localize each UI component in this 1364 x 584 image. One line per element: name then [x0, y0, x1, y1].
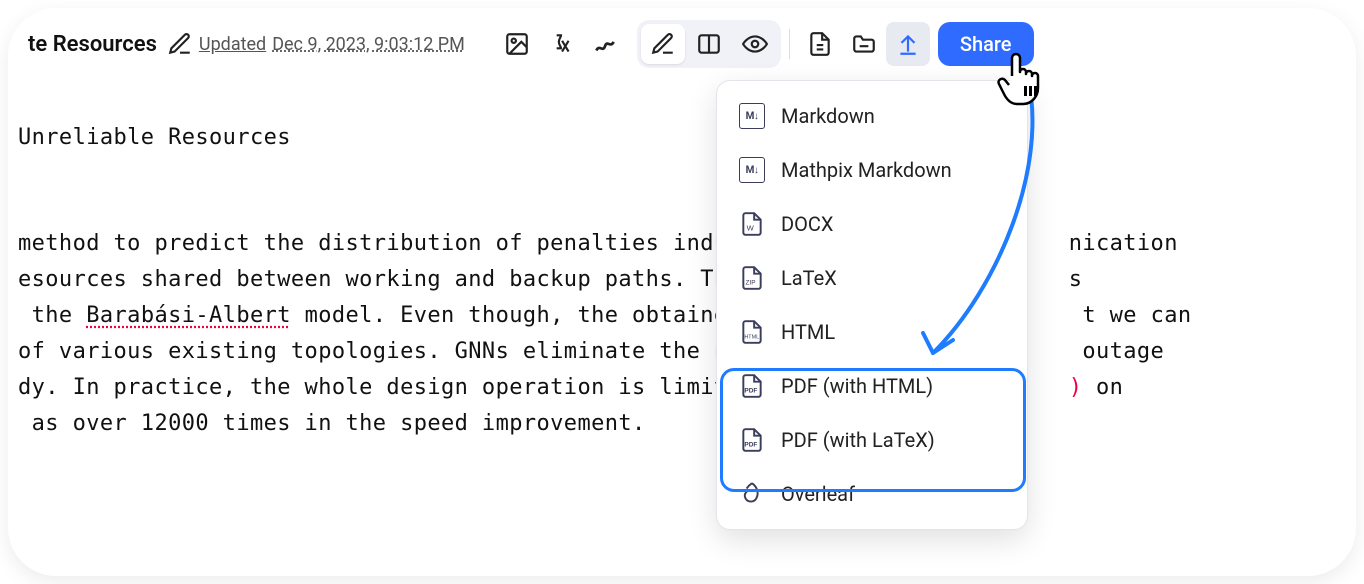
formula-icon[interactable]: [539, 22, 583, 66]
body-line: the Barabási-Albert model. Even though, …: [18, 298, 1346, 334]
svg-text:HTML: HTML: [744, 335, 759, 341]
timestamp-area[interactable]: Updated Dec 9, 2023, 9:03:12 PM: [199, 34, 465, 55]
document-icon[interactable]: [798, 22, 842, 66]
menu-overleaf[interactable]: Overleaf: [717, 467, 1027, 521]
overleaf-icon: [739, 481, 765, 507]
edit-mode-icon[interactable]: [641, 24, 685, 64]
pdf-icon: PDF: [739, 373, 765, 399]
menu-label: Overleaf: [781, 482, 855, 506]
menu-markdown[interactable]: M↓ Markdown: [717, 89, 1027, 143]
preview-icon[interactable]: [733, 24, 777, 64]
edit-title-icon[interactable]: [167, 31, 193, 57]
body-line: esources shared between working and back…: [18, 262, 1346, 298]
svg-text:W: W: [747, 224, 755, 233]
view-mode-group: [637, 20, 781, 68]
html-icon: HTML: [739, 319, 765, 345]
markdown-icon: M↓: [739, 103, 765, 129]
doc-title-area: te Resources: [28, 31, 193, 57]
body-line: of various existing topologies. GNNs eli…: [18, 334, 1346, 370]
menu-pdf-html[interactable]: PDF PDF (with HTML): [717, 359, 1027, 413]
spellcheck-underline: Barabási-Albert: [86, 303, 291, 328]
menu-label: HTML: [781, 320, 835, 344]
menu-latex[interactable]: ZIP LaTeX: [717, 251, 1027, 305]
export-menu: M↓ Markdown M↓ Mathpix Markdown W DOCX Z…: [716, 80, 1028, 530]
svg-text:ZIP: ZIP: [746, 280, 756, 287]
menu-label: DOCX: [781, 212, 833, 236]
menu-html[interactable]: HTML HTML: [717, 305, 1027, 359]
menu-label: PDF (with LaTeX): [781, 428, 935, 452]
pdf-icon: PDF: [739, 427, 765, 453]
svg-text:PDF: PDF: [744, 388, 757, 395]
folder-icon[interactable]: [842, 22, 886, 66]
svg-text:PDF: PDF: [744, 442, 757, 449]
share-button[interactable]: Share: [938, 22, 1034, 66]
zip-icon: ZIP: [739, 265, 765, 291]
app-card: te Resources Updated Dec 9, 2023, 9:03:1…: [8, 8, 1356, 576]
export-icon[interactable]: [886, 22, 930, 66]
divider: [789, 29, 790, 59]
timestamp: Dec 9, 2023, 9:03:12 PM: [272, 34, 465, 55]
menu-mathpix-markdown[interactable]: M↓ Mathpix Markdown: [717, 143, 1027, 197]
doc-heading: Unreliable Resources: [18, 120, 1346, 156]
body-line: dy. In practice, the whole design operat…: [18, 370, 1346, 406]
doc-title: te Resources: [28, 32, 157, 57]
menu-docx[interactable]: W DOCX: [717, 197, 1027, 251]
editor-content[interactable]: Unreliable Resources method to predict th…: [8, 80, 1356, 576]
updated-label: Updated: [199, 34, 266, 55]
menu-label: LaTeX: [781, 266, 837, 290]
menu-label: Mathpix Markdown: [781, 158, 952, 182]
toolbar: te Resources Updated Dec 9, 2023, 9:03:1…: [8, 8, 1356, 80]
body-line: as over 12000 times in the speed improve…: [18, 406, 1346, 442]
image-icon[interactable]: [495, 22, 539, 66]
menu-label: Markdown: [781, 104, 875, 128]
split-view-icon[interactable]: [687, 24, 731, 64]
menu-pdf-latex[interactable]: PDF PDF (with LaTeX): [717, 413, 1027, 467]
markdown-icon: M↓: [739, 157, 765, 183]
scribble-icon[interactable]: [583, 22, 627, 66]
docx-icon: W: [739, 211, 765, 237]
body-line: method to predict the distribution of pe…: [18, 226, 1346, 262]
menu-label: PDF (with HTML): [781, 374, 933, 398]
